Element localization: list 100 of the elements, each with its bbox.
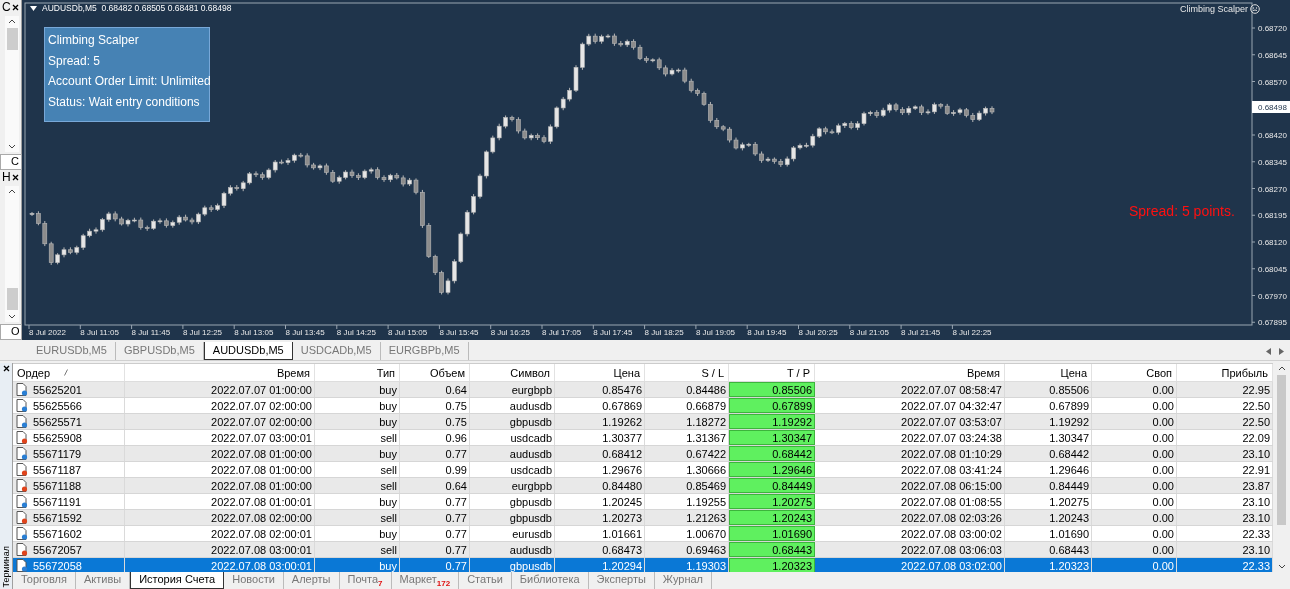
column-header[interactable]: Ордер	[17, 366, 51, 379]
terminal-tab[interactable]: Алерты	[283, 572, 340, 589]
table-cell: 55671592	[33, 511, 82, 524]
chart-tab[interactable]: USDCADb,M5	[292, 342, 381, 360]
column-header[interactable]: Символ	[510, 366, 550, 379]
chart-tab[interactable]: EURUSDb,M5	[28, 342, 116, 360]
table-cell: gbpusdb	[509, 415, 552, 428]
column-header[interactable]: Объем	[429, 366, 465, 379]
table-cell: 55625201	[33, 383, 82, 396]
panel-title: C	[2, 0, 11, 14]
table-cell: sell	[380, 479, 397, 492]
time-label: 8 Jul 14:25	[336, 328, 376, 337]
scroll-down-icon[interactable]	[8, 144, 16, 149]
scroll-down-icon[interactable]	[1277, 564, 1286, 569]
column-header[interactable]: T / P	[786, 366, 810, 379]
table-cell: 55672058	[33, 559, 82, 572]
column-header[interactable]: Своп	[1146, 366, 1172, 379]
table-cell: 2022.07.07 03:00:01	[211, 431, 312, 444]
close-icon[interactable]	[2, 365, 10, 372]
table-cell: 2022.07.08 03:06:03	[901, 543, 1002, 556]
table-cell: 0.64	[445, 479, 467, 492]
column-header[interactable]: Время	[966, 366, 1000, 379]
terminal-tab[interactable]: Почта$_{7}$	[339, 572, 392, 589]
expert-name: Climbing Scalper	[1179, 4, 1248, 14]
table-cell: 0.68443	[1049, 543, 1089, 556]
price-label: 0.68645	[1258, 50, 1287, 60]
terminal-tab[interactable]: Библиотека	[511, 572, 589, 589]
table-cell: 2022.07.07 02:00:00	[211, 415, 312, 428]
info-text: Climbing Scalper	[48, 32, 140, 49]
scrollbar[interactable]	[5, 186, 19, 322]
table-cell: 0.68442	[772, 447, 812, 460]
column-header[interactable]: Цена	[1060, 366, 1087, 379]
table-row[interactable]: 55671188 2022.07.08 01:00:00 sell 0.64 eurgbpb 0.84480 0.85469 0.84449 2022.07.08 06:15:00 0.84449 0.00 23.87	[13, 478, 1273, 494]
time-label: 8 Jul 11:45	[131, 328, 171, 337]
column-header[interactable]: Прибыль	[1221, 366, 1268, 379]
time-label: 8 Jul 17:05	[542, 328, 582, 337]
close-icon[interactable]	[12, 173, 19, 181]
table-row[interactable]: 55672058 2022.07.08 03:00:01 buy 0.77 gbpusdb 1.20294 1.19303 1.20323 2022.07.08 03:02:00 1.20323 0.00 22.33	[13, 558, 1273, 572]
table-cell: buy	[379, 447, 397, 460]
table-cell: audusdb	[509, 543, 552, 556]
table-cell: 1.01690	[1049, 527, 1089, 540]
table-cell: 1.29646	[772, 463, 812, 476]
table-cell: gbpusdb	[509, 495, 552, 508]
table-row[interactable]: 55625571 2022.07.07 02:00:00 buy 0.75 gbpusdb 1.19262 1.18272 1.19292 2022.07.07 03:53:07 1.19292 0.00 22.50	[13, 414, 1273, 430]
table-cell: 1.18272	[686, 415, 726, 428]
table-cell: 0.68412	[602, 447, 642, 460]
scroll-thumb[interactable]	[6, 288, 18, 310]
table-cell: 0.85469	[686, 479, 726, 492]
column-header[interactable]: S / L	[701, 366, 724, 379]
panel-tab[interactable]: C	[0, 154, 22, 170]
scroll-up-icon[interactable]	[8, 189, 16, 194]
table-cell: 1.19303	[686, 559, 726, 572]
table-cell: 0.85476	[602, 383, 642, 396]
table-cell: 0.00	[1152, 559, 1174, 572]
table-cell: 2022.07.08 02:00:01	[211, 527, 312, 540]
price-label: 0.67895	[1258, 318, 1287, 328]
dropdown-icon[interactable]	[30, 5, 37, 11]
price-label: 0.68720	[1258, 24, 1287, 33]
table-row[interactable]: 55672057 2022.07.08 03:00:01 sell 0.77 audusdb 0.68473 0.69463 0.68443 2022.07.08 03:06:03 0.68443 0.00 23.10	[13, 542, 1273, 558]
close-icon[interactable]	[12, 3, 19, 11]
panel-tab[interactable]: O	[0, 324, 22, 340]
column-header[interactable]: Цена	[613, 366, 640, 379]
terminal-tab[interactable]: Журнал	[654, 572, 712, 589]
table-cell: buy	[379, 383, 397, 396]
table-cell: 0.84486	[686, 383, 726, 396]
table-cell: buy	[379, 527, 397, 540]
terminal-tab[interactable]: Маркет$_{172}$	[391, 572, 460, 589]
terminal-tab[interactable]: История Счета	[130, 572, 225, 589]
scroll-thumb[interactable]	[6, 28, 18, 50]
table-cell: 1.20273	[602, 511, 642, 524]
terminal-tab[interactable]: Статьи	[459, 572, 512, 589]
column-header[interactable]: Тип	[376, 366, 395, 379]
table-cell: 2022.07.07 03:53:07	[901, 415, 1002, 428]
table-cell: eurusdb	[512, 527, 552, 540]
chart-tab[interactable]: EURGBPb,M5	[380, 342, 469, 360]
scrollbar[interactable]	[1273, 363, 1290, 572]
table-cell: 2022.07.08 06:15:00	[901, 479, 1002, 492]
table-row[interactable]: 55625201 2022.07.07 01:00:00 buy 0.64 eurgbpb 0.85476 0.84486 0.85506 2022.07.07 08:58:47 0.85506 0.00 22.95	[13, 382, 1273, 398]
terminal-tab[interactable]: Торговля	[13, 572, 76, 589]
smiley-icon	[1250, 4, 1260, 14]
scrollbar[interactable]	[5, 16, 19, 152]
table-cell: 23.10	[1242, 511, 1270, 524]
price-label: 0.68420	[1258, 131, 1287, 140]
chart-tab[interactable]: AUDUSDb,M5	[203, 342, 293, 360]
column-header[interactable]: Время	[276, 366, 310, 379]
scroll-up-icon[interactable]	[1277, 366, 1286, 371]
scroll-up-icon[interactable]	[8, 19, 16, 24]
terminal-tab[interactable]: Эксперты	[588, 572, 655, 589]
table-row[interactable]: 55671592 2022.07.08 02:00:00 sell 0.77 gbpusdb 1.20273 1.21263 1.20243 2022.07.08 02:03:26 1.20243 0.00 23.10	[13, 510, 1273, 526]
price-label: 0.68045	[1258, 264, 1287, 274]
chart-tab[interactable]: GBPUSDb,M5	[115, 342, 204, 360]
table-cell: 0.67899	[1049, 399, 1089, 412]
table-cell: 0.77	[445, 511, 467, 524]
table-cell: 2022.07.07 03:24:38	[901, 431, 1002, 444]
terminal-tab[interactable]: Новости	[224, 572, 284, 589]
scroll-left-icon[interactable]	[1266, 347, 1271, 355]
table-row[interactable]: 55671179 2022.07.08 01:00:00 buy 0.77 audusdb 0.68412 0.67422 0.68442 2022.07.08 01:10:29 0.68442 0.00 23.10	[13, 446, 1273, 462]
scroll-right-icon[interactable]	[1279, 347, 1284, 355]
scroll-down-icon[interactable]	[8, 314, 16, 319]
scroll-thumb[interactable]	[1277, 375, 1286, 525]
